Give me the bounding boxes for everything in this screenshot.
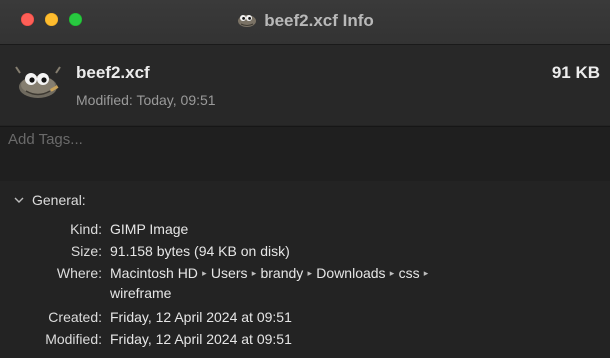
where-label: Where: [56,265,102,281]
general-heading: General: [32,192,86,208]
where-path: Macintosh HD ▸ Users ▸ brandy ▸ Downloads ▸ css ▸… [110,263,540,303]
path-separator-icon: ▸ [202,268,207,278]
gimp-wilber-icon [238,15,257,27]
file-modified-summary: Modified: Today, 09:51 [76,92,216,108]
path-segment: css [398,265,420,281]
path-segment: Downloads [316,265,386,281]
path-segment: Users [210,265,248,281]
path-segment: wireframe [110,285,172,301]
path-segment: Macintosh HD [110,265,198,281]
path-separator-icon: ▸ [423,268,429,278]
size-label: Size: [70,243,102,259]
file-header: beef2.xcf 91 KB Modified: Today, 09:51 [0,45,610,125]
path-separator-icon: ▸ [307,268,313,278]
created-value: Friday, 12 April 2024 at 09:51 [110,309,292,325]
path-segment: brandy [260,265,304,281]
file-name: beef2.xcf [76,63,150,82]
size-value: 91.158 bytes (94 KB on disk) [110,243,290,259]
general-disclosure[interactable]: General: [14,192,86,208]
kind-value: GIMP Image [110,221,189,237]
title-bar[interactable]: beef2.xcf Info [0,0,610,45]
modified-label: Modified: [45,331,102,347]
gimp-wilber-icon [15,66,61,98]
general-section: General: Kind: GIMP Image Size: 91.158 b… [0,181,610,358]
window-title-group: beef2.xcf Info [0,10,610,31]
chevron-down-icon [14,197,24,203]
tags-area [0,126,610,182]
modified-value: Friday, 12 April 2024 at 09:51 [110,331,292,347]
tags-input[interactable] [0,127,608,151]
path-separator-icon: ▸ [251,268,257,278]
created-label: Created: [48,309,102,325]
window-title: beef2.xcf Info [264,11,374,30]
file-size: 91 KB [551,63,600,82]
path-separator-icon: ▸ [389,268,395,278]
kind-label: Kind: [70,221,102,237]
